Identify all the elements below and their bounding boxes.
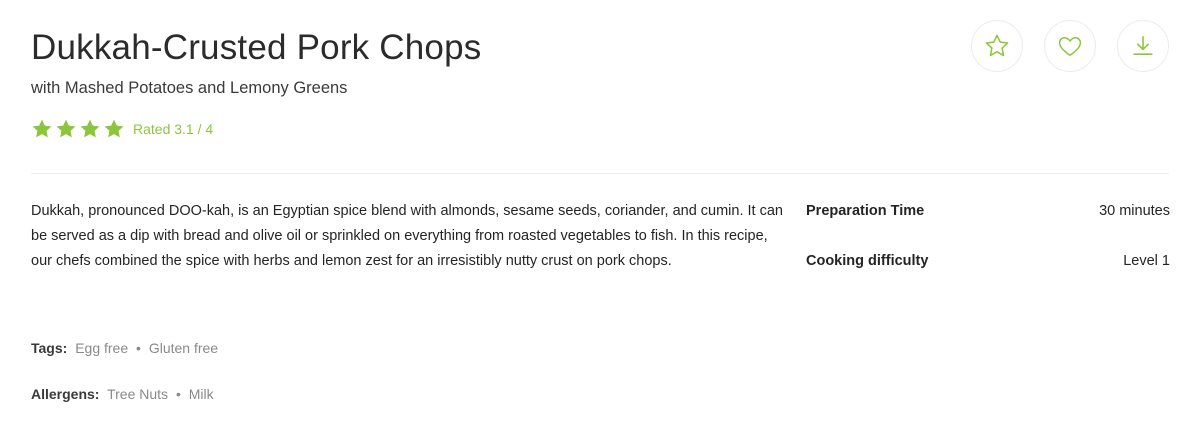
download-icon <box>1133 35 1153 55</box>
info-value: Level 1 <box>1123 253 1170 269</box>
separator: • <box>136 340 141 356</box>
page-subtitle: with Mashed Potatoes and Lemony Greens <box>31 79 348 97</box>
info-label: Cooking difficulty <box>806 253 929 269</box>
star-filled-icon <box>31 118 53 140</box>
star-filled-icon <box>79 118 101 140</box>
rating-text: Rated 3.1 / 4 <box>133 121 214 137</box>
allergens: Allergens: Tree Nuts • Milk <box>31 386 214 402</box>
star-filled-icon <box>55 118 77 140</box>
tag[interactable]: Gluten free <box>149 340 218 356</box>
star-filled-icon <box>103 118 125 140</box>
info-row-cooking-difficulty: Cooking difficulty Level 1 <box>806 249 1170 274</box>
download-button[interactable] <box>1117 20 1169 72</box>
recipe-info: Preparation Time 30 minutes Cooking diff… <box>806 199 1170 299</box>
tags-label: Tags: <box>31 340 68 356</box>
allergens-label: Allergens: <box>31 386 100 402</box>
info-value: 30 minutes <box>1099 203 1170 219</box>
allergen: Tree Nuts <box>107 386 169 402</box>
rating: Rated 3.1 / 4 <box>31 118 213 140</box>
tags: Tags: Egg free • Gluten free <box>31 340 218 356</box>
info-label: Preparation Time <box>806 203 925 219</box>
recipe-actions <box>950 20 1169 72</box>
page-title: Dukkah-Crusted Pork Chops <box>31 28 482 67</box>
heart-outline-icon <box>1058 37 1082 56</box>
divider <box>31 173 1169 174</box>
tag[interactable]: Egg free <box>75 340 128 356</box>
favorite-button[interactable] <box>971 20 1023 72</box>
info-row-preparation-time: Preparation Time 30 minutes <box>806 199 1170 224</box>
like-button[interactable] <box>1044 20 1096 72</box>
recipe-header: Dukkah-Crusted Pork Chops with Mashed Po… <box>31 0 1171 425</box>
separator: • <box>175 386 181 402</box>
star-outline-icon <box>985 34 1009 57</box>
allergen: Milk <box>188 386 214 402</box>
recipe-description: Dukkah, pronounced DOO-kah, is an Egypti… <box>31 203 783 269</box>
